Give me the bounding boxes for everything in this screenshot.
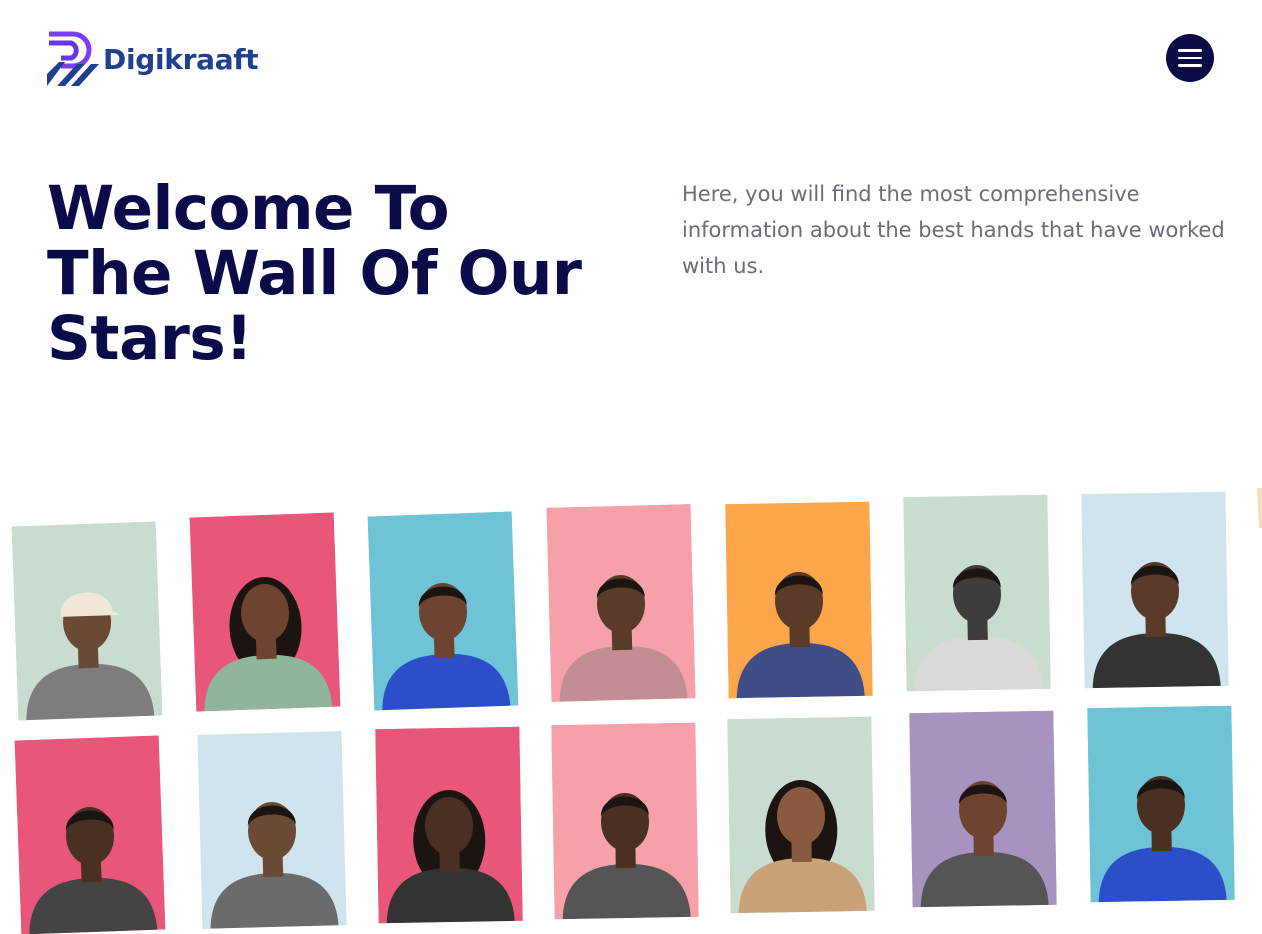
page-title: Welcome To The Wall Of Our Stars! bbox=[47, 176, 647, 371]
portrait-photo bbox=[903, 494, 1051, 692]
portrait-photo bbox=[1081, 491, 1229, 689]
brand-name: Digikraaft bbox=[103, 42, 259, 76]
star-photo-card[interactable] bbox=[1087, 705, 1235, 903]
star-photo-card[interactable] bbox=[903, 494, 1051, 692]
star-photo-card[interactable] bbox=[197, 731, 347, 929]
portrait-photo bbox=[546, 504, 696, 702]
hamburger-menu-icon-line bbox=[1178, 56, 1202, 60]
title-line: Stars! bbox=[47, 303, 253, 374]
star-photo-card[interactable] bbox=[11, 521, 163, 721]
digikraaft-logo-icon bbox=[47, 31, 99, 86]
star-photo-card[interactable] bbox=[909, 710, 1057, 908]
page-subtitle: Here, you will find the most comprehensi… bbox=[682, 182, 1225, 278]
portrait-photo bbox=[727, 716, 875, 914]
portrait-photo bbox=[197, 731, 347, 929]
hamburger-menu-button[interactable] bbox=[1166, 34, 1214, 82]
portrait-photo bbox=[1087, 705, 1235, 903]
portrait-photo bbox=[367, 511, 519, 711]
star-photo-card[interactable] bbox=[375, 726, 523, 924]
star-photo-card[interactable] bbox=[14, 735, 166, 934]
portrait-photo bbox=[189, 512, 341, 712]
star-photo-card[interactable] bbox=[367, 511, 519, 711]
portrait-photo bbox=[11, 521, 163, 721]
star-photo-card[interactable] bbox=[546, 504, 696, 702]
portrait-photo bbox=[909, 710, 1057, 908]
portrait-photo bbox=[551, 722, 699, 920]
partial-photo-card bbox=[1256, 487, 1262, 529]
portrait-photo bbox=[375, 726, 523, 924]
star-photo-card[interactable] bbox=[551, 722, 699, 920]
title-line: Welcome To bbox=[47, 173, 450, 244]
portrait-photo bbox=[14, 735, 166, 934]
hamburger-menu-icon bbox=[1178, 49, 1202, 52]
stars-wall bbox=[0, 0, 1262, 934]
brand-logo[interactable]: Digikraaft bbox=[47, 30, 259, 86]
star-photo-card[interactable] bbox=[189, 512, 341, 712]
star-photo-card[interactable] bbox=[1081, 491, 1229, 689]
star-photo-card[interactable] bbox=[725, 501, 873, 699]
hamburger-menu-icon-line bbox=[1178, 64, 1202, 67]
star-photo-card[interactable] bbox=[727, 716, 875, 914]
portrait-photo bbox=[725, 501, 873, 699]
title-line: The Wall Of Our bbox=[47, 238, 582, 309]
